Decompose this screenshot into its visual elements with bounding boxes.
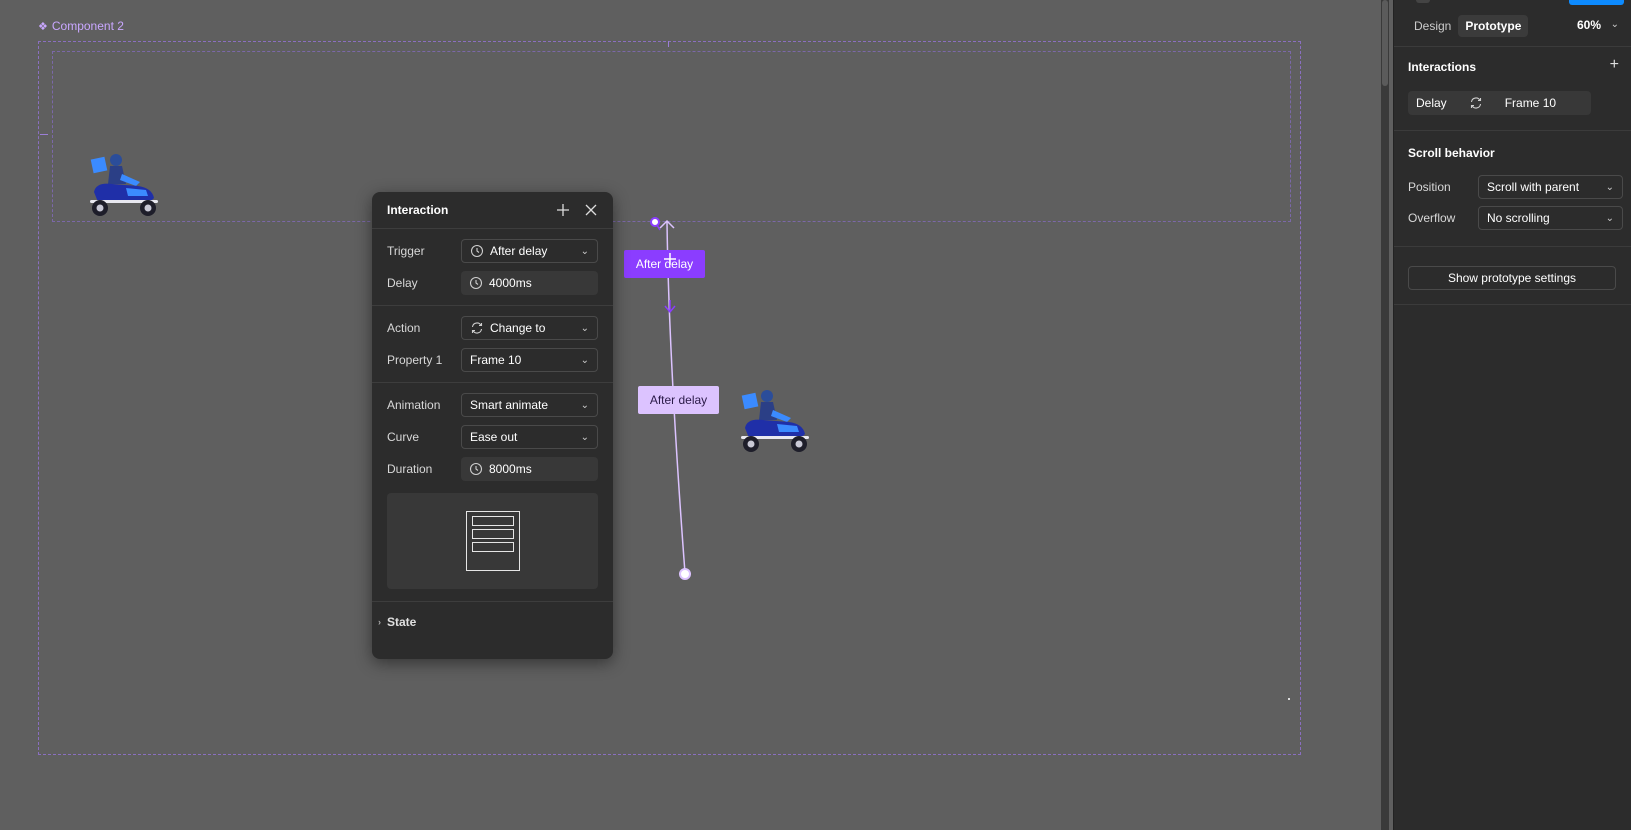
interaction-target: Frame 10 (1504, 96, 1557, 110)
chevron-right-icon: › (378, 617, 381, 627)
curve-value: Ease out (470, 430, 518, 444)
interaction-tag[interactable]: After delay (638, 386, 719, 414)
avatar[interactable] (1416, 0, 1430, 3)
overflow-label: Overflow (1408, 211, 1456, 225)
animation-row: Animation Smart animate ⌄ (372, 389, 613, 421)
swap-icon (470, 321, 484, 335)
interaction-item[interactable]: Delay Frame 10 (1408, 91, 1591, 115)
properties-panel: Design Prototype 60% ⌄ Interactions + De… (1393, 0, 1631, 830)
chevron-down-icon: ⌄ (580, 431, 589, 443)
share-button[interactable] (1569, 0, 1624, 5)
property-label: Property 1 (387, 353, 443, 367)
design-canvas[interactable]: ❖ Component 2 After delay After delay In… (0, 0, 1390, 830)
curve-select[interactable]: Ease out ⌄ (461, 425, 598, 449)
property-select[interactable]: Frame 10 ⌄ (461, 348, 598, 372)
delay-input[interactable]: 4000ms (461, 271, 598, 295)
animation-value: Smart animate (470, 398, 549, 412)
prototype-connector (650, 217, 691, 580)
trigger-row: Trigger After delay ⌄ (372, 235, 613, 267)
overflow-select[interactable]: No scrolling ⌄ (1478, 206, 1623, 230)
add-connection-icon[interactable] (663, 252, 677, 266)
duration-label: Duration (387, 462, 433, 476)
state-label: State (387, 615, 417, 629)
state-section-toggle[interactable]: › State (372, 602, 613, 642)
delay-value: 4000ms (489, 276, 532, 290)
popover-title: Interaction (387, 203, 449, 217)
action-row: Action Change to ⌄ (372, 312, 613, 344)
position-value: Scroll with parent (1487, 180, 1580, 194)
property-row: Property 1 Frame 10 ⌄ (372, 344, 613, 376)
animation-select[interactable]: Smart animate ⌄ (461, 393, 598, 417)
add-icon[interactable] (556, 203, 570, 217)
add-interaction-icon[interactable]: + (1610, 56, 1619, 74)
delay-label: Delay (387, 276, 418, 290)
scrollbar-thumb[interactable] (1382, 0, 1388, 86)
overflow-row: Overflow No scrolling ⌄ (1408, 206, 1623, 230)
delay-row: Delay 4000ms (372, 267, 613, 299)
trigger-label: Trigger (387, 244, 425, 258)
swap-icon (1469, 96, 1483, 110)
preview-frame (465, 511, 520, 571)
zoom-level[interactable]: 60% (1577, 18, 1601, 32)
chevron-down-icon: ⌄ (580, 399, 589, 411)
chevron-down-icon: ⌄ (580, 354, 589, 366)
chevron-down-icon[interactable]: ⌄ (1611, 19, 1619, 30)
action-select[interactable]: Change to ⌄ (461, 316, 598, 340)
duration-value: 8000ms (489, 462, 532, 476)
close-icon[interactable] (584, 203, 598, 217)
position-label: Position (1408, 180, 1451, 194)
interaction-trigger: Delay (1416, 96, 1447, 110)
interaction-popover: Interaction Trigger After delay ⌄ Delay … (372, 192, 613, 659)
chevron-down-icon: ⌄ (580, 245, 589, 257)
position-row: Position Scroll with parent ⌄ (1408, 175, 1623, 199)
show-prototype-settings-button[interactable]: Show prototype settings (1408, 266, 1616, 290)
duration-input[interactable]: 8000ms (461, 457, 598, 481)
chevron-down-icon: ⌄ (580, 322, 589, 334)
timer-icon (469, 462, 483, 476)
action-value: Change to (490, 321, 546, 335)
chevron-down-icon: ⌄ (1605, 181, 1614, 193)
action-label: Action (387, 321, 421, 335)
timer-icon (469, 276, 483, 290)
overflow-value: No scrolling (1487, 211, 1550, 225)
animation-label: Animation (387, 398, 441, 412)
duration-row: Duration 8000ms (372, 453, 613, 485)
curve-label: Curve (387, 430, 420, 444)
trigger-value: After delay (490, 244, 548, 258)
scroll-behavior-title: Scroll behavior (1408, 146, 1495, 160)
trigger-select[interactable]: After delay ⌄ (461, 239, 598, 263)
tab-design[interactable]: Design (1407, 15, 1458, 37)
chevron-down-icon: ⌄ (1605, 212, 1614, 224)
animation-preview (387, 493, 598, 589)
interactions-title: Interactions (1408, 60, 1477, 74)
tab-prototype[interactable]: Prototype (1458, 15, 1529, 37)
canvas-scrollbar[interactable] (1381, 0, 1389, 830)
property-value: Frame 10 (470, 353, 522, 367)
position-select[interactable]: Scroll with parent ⌄ (1478, 175, 1623, 199)
timer-icon (470, 244, 484, 258)
curve-row: Curve Ease out ⌄ (372, 421, 613, 453)
